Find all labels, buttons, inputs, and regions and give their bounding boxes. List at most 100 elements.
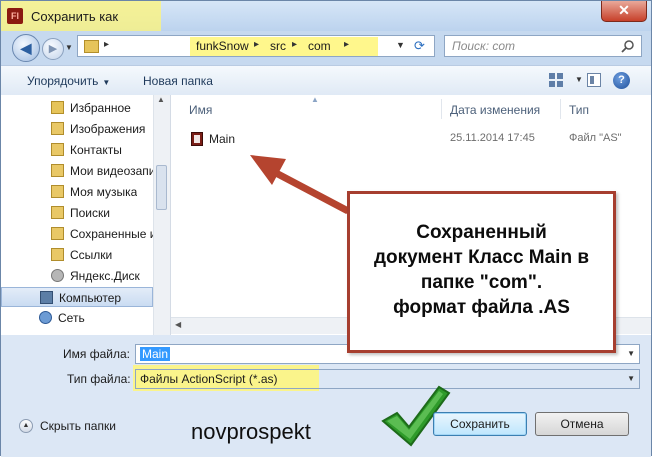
column-header-date[interactable]: Дата изменения: [450, 103, 540, 117]
nav-item-videos[interactable]: Мои видеозапи: [1, 161, 153, 181]
nav-item-label: Избранное: [70, 101, 131, 115]
computer-icon: [40, 291, 53, 304]
breadcrumb-src[interactable]: src: [270, 39, 286, 53]
nav-item-contacts[interactable]: Контакты: [1, 140, 153, 160]
nav-item-images[interactable]: Изображения: [1, 119, 153, 139]
new-folder-button[interactable]: Новая папка: [143, 74, 213, 88]
chevron-right-icon[interactable]: ▸: [292, 39, 297, 50]
address-bar[interactable]: ▸ funkSnow ▸ src ▸ com ▸ ▼ ⟳: [77, 35, 435, 57]
nav-item-label: Мои видеозапи: [70, 164, 153, 178]
callout-line-1: Сохраненный: [416, 222, 547, 243]
scrollbar-thumb[interactable]: [156, 165, 167, 210]
column-header-name[interactable]: Имя: [189, 103, 212, 117]
scroll-left-icon[interactable]: ◀: [175, 320, 181, 329]
sort-indicator-icon: ▲: [311, 95, 319, 104]
filetype-label: Тип файла:: [67, 372, 131, 386]
network-icon: [39, 311, 52, 324]
nav-item-label: Изображения: [70, 122, 146, 136]
chevron-down-icon: ▼: [102, 78, 111, 87]
flash-app-icon: Fl: [7, 8, 23, 24]
disk-icon: [51, 269, 64, 282]
nav-item-favorites[interactable]: Избранное: [1, 98, 153, 118]
watermark-text: novprospekt: [191, 419, 311, 444]
star-folder-icon: [51, 101, 64, 114]
back-arrow-icon: ◀: [20, 40, 32, 56]
nav-item-yandex-disk[interactable]: Яндекс.Диск: [1, 266, 153, 286]
recent-locations-dropdown[interactable]: ▼: [65, 43, 73, 52]
nav-item-network[interactable]: Сеть: [1, 308, 153, 328]
annotation-callout: Сохраненный документ Класс Main в папке …: [347, 191, 616, 353]
nav-scrollbar[interactable]: ▲: [153, 95, 170, 335]
back-button[interactable]: ◀: [12, 34, 40, 62]
search-icon[interactable]: [621, 39, 635, 53]
callout-line-3: папке "com".: [420, 272, 543, 293]
chevron-down-icon[interactable]: ▼: [627, 374, 635, 383]
column-divider[interactable]: [560, 99, 561, 119]
nav-item-saved-games[interactable]: Сохраненные и: [1, 224, 153, 244]
nav-item-label: Моя музыка: [70, 185, 138, 199]
nav-item-label: Контакты: [70, 143, 122, 157]
column-header-type[interactable]: Тип: [569, 103, 589, 117]
command-bar: Упорядочить ▼ Новая папка ▼ ?: [1, 65, 651, 97]
chevron-right-icon[interactable]: ▸: [344, 39, 349, 50]
cancel-button[interactable]: Отмена: [535, 412, 629, 436]
organize-menu[interactable]: Упорядочить ▼: [27, 74, 110, 88]
filename-value[interactable]: Main: [140, 347, 171, 361]
chevron-right-icon[interactable]: ▸: [104, 39, 109, 50]
file-type: Файл "AS": [569, 132, 622, 144]
search-box[interactable]: Поиск: com: [444, 35, 642, 57]
nav-item-label: Поиски: [70, 206, 110, 220]
breadcrumb-com[interactable]: com: [308, 39, 331, 53]
address-dropdown[interactable]: ▼: [396, 40, 405, 50]
folder-icon: [51, 248, 64, 261]
save-button[interactable]: Сохранить: [433, 412, 527, 436]
nav-item-searches[interactable]: Поиски: [1, 203, 153, 223]
help-icon[interactable]: ?: [613, 72, 630, 89]
refresh-icon[interactable]: ⟳: [414, 38, 425, 54]
scroll-up-icon[interactable]: ▲: [157, 95, 165, 104]
chevron-down-icon[interactable]: ▼: [627, 349, 635, 358]
folder-icon: [51, 164, 64, 177]
hide-folders-label: Скрыть папки: [40, 419, 116, 433]
search-input[interactable]: Поиск: com: [452, 39, 515, 53]
nav-item-label: Ссылки: [70, 248, 113, 262]
nav-item-computer[interactable]: Компьютер: [1, 287, 153, 307]
forward-button[interactable]: ▶: [42, 38, 64, 60]
folder-icon: [51, 227, 64, 240]
file-row[interactable]: Main 25.11.2014 17:45 Файл "AS": [187, 129, 647, 149]
close-button[interactable]: ✕: [601, 1, 647, 22]
annotation-arrow: [250, 155, 350, 215]
nav-item-label: Сохраненные и: [70, 227, 153, 241]
callout-line-4: формат файла .AS: [393, 297, 570, 318]
filetype-value: Файлы ActionScript (*.as): [140, 372, 278, 386]
window-title: Сохранить как: [31, 9, 119, 24]
view-options-icon[interactable]: [549, 73, 565, 87]
callout-line-2: документ Класс Main в: [373, 247, 590, 268]
nav-item-music[interactable]: Моя музыка: [1, 182, 153, 202]
nav-item-label: Яндекс.Диск: [70, 269, 140, 283]
filename-label: Имя файла:: [63, 347, 130, 361]
folder-icon: [51, 143, 64, 156]
column-divider[interactable]: [441, 99, 442, 119]
file-date: 25.11.2014 17:45: [450, 132, 535, 144]
folder-icon: [51, 185, 64, 198]
navigation-pane: Избранное Изображения Контакты Мои видео…: [1, 95, 171, 335]
file-name: Main: [209, 132, 236, 146]
actionscript-file-icon: [191, 132, 203, 146]
folder-icon: [51, 206, 64, 219]
forward-arrow-icon: ▶: [48, 43, 58, 55]
view-dropdown[interactable]: ▼: [575, 75, 583, 84]
callout-text: Сохраненный документ Класс Main в папке …: [350, 220, 613, 320]
save-as-dialog: Fl Сохранить как ✕ ◀ ▶ ▼ ▸ funkSnow ▸ sr…: [0, 0, 652, 457]
preview-pane-icon[interactable]: [587, 73, 601, 87]
folder-icon: [84, 40, 99, 53]
chevron-up-icon: ▲: [19, 419, 33, 433]
title-bar: Fl Сохранить как ✕: [1, 1, 651, 31]
nav-item-label: Сеть: [58, 311, 85, 325]
organize-label: Упорядочить: [27, 74, 99, 88]
nav-item-label: Компьютер: [59, 291, 122, 305]
chevron-right-icon[interactable]: ▸: [254, 39, 259, 50]
breadcrumb-funksnow[interactable]: funkSnow: [196, 39, 249, 53]
folder-icon: [51, 122, 64, 135]
nav-item-links[interactable]: Ссылки: [1, 245, 153, 265]
